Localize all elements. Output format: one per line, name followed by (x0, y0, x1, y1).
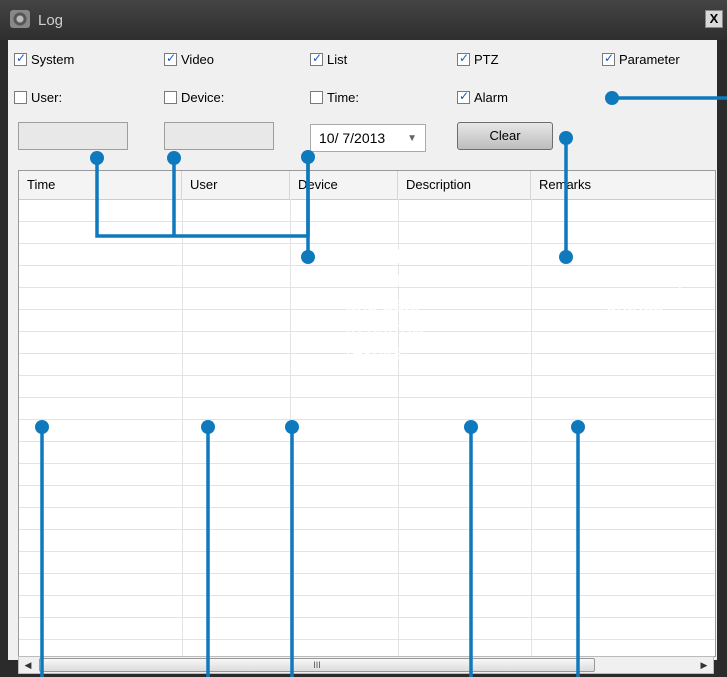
clear-callout-line-1: Clear log (606, 271, 683, 292)
bullet-icon: • (328, 247, 335, 268)
date-value: 10/ 7/2013 (319, 130, 386, 146)
video-label: Video (181, 52, 215, 67)
time-date-callout-line-4: results (346, 343, 402, 364)
scroll-left-icon[interactable]: ◀ (19, 657, 37, 673)
video-checkbox[interactable] (164, 51, 177, 66)
time-date-callout-line-1: Enter time (346, 271, 433, 292)
table-row (19, 507, 715, 508)
system-checkbox[interactable] (14, 51, 27, 66)
table-row (19, 573, 715, 574)
user-checkbox[interactable] (14, 91, 27, 104)
alarm-label: Alarm (474, 90, 508, 105)
filter-parameter[interactable]: Parameter (602, 51, 680, 67)
time-label: Time: (327, 90, 360, 105)
time-date-callout: • Time/Date Enter time and date to narro… (328, 246, 437, 366)
table-row (19, 463, 715, 464)
parameter-label: Parameter (619, 52, 680, 67)
filter-video[interactable]: Video (164, 51, 215, 67)
table-row (19, 221, 715, 222)
scrollbar-thumb[interactable]: III (39, 658, 595, 672)
filter-alarm[interactable]: Alarm (457, 89, 508, 105)
table-header: Time User Device Description Remarks (19, 171, 715, 200)
close-button[interactable]: X (705, 10, 723, 28)
dropdown-arrow-icon[interactable]: ▼ (407, 133, 417, 144)
filter-system[interactable]: System (14, 51, 75, 67)
time-date-callout-line-2: and date (346, 295, 420, 316)
time-date-callout-title: Time/Date (346, 247, 437, 268)
table-row (19, 243, 715, 244)
table-column-divider (290, 199, 291, 656)
time-date-callout-line-3: to narrow (346, 319, 426, 340)
date-picker[interactable]: 10/ 7/2013 ▼ (310, 124, 426, 152)
list-label: List (327, 52, 348, 67)
table-row (19, 485, 715, 486)
filter-device[interactable]: Device: (164, 90, 224, 105)
filter-time[interactable]: Time: (310, 90, 359, 105)
parameter-checkbox[interactable] (602, 51, 615, 66)
table-row (19, 397, 715, 398)
ptz-checkbox[interactable] (457, 51, 470, 66)
table-row (19, 419, 715, 420)
clear-callout-title: Clear (606, 247, 654, 268)
table-row (19, 375, 715, 376)
filter-list[interactable]: List (310, 51, 348, 67)
column-header-remarks[interactable]: Remarks (531, 171, 715, 199)
table-row (19, 551, 715, 552)
alarm-checkbox[interactable] (457, 89, 470, 104)
device-label: Device: (181, 90, 225, 105)
filter-ptz[interactable]: PTZ (457, 51, 499, 67)
scroll-right-icon[interactable]: ▶ (695, 657, 713, 673)
table-row (19, 639, 715, 640)
device-input[interactable] (164, 122, 274, 150)
ptz-label: PTZ (474, 52, 499, 67)
table-row (19, 441, 715, 442)
clear-callout: • Clear Clear log entries (588, 246, 683, 318)
user-input[interactable] (18, 122, 128, 150)
table-column-divider (182, 199, 183, 656)
log-table[interactable]: Time User Device Description Remarks (18, 170, 716, 657)
clear-callout-line-2: entries (606, 295, 664, 316)
table-row (19, 529, 715, 530)
table-row (19, 595, 715, 596)
table-row (19, 617, 715, 618)
horizontal-scrollbar[interactable]: ◀ III ▶ (18, 656, 714, 674)
column-header-device[interactable]: Device (290, 171, 398, 199)
column-header-user[interactable]: User (182, 171, 290, 199)
clear-button[interactable]: Clear (457, 122, 553, 150)
time-checkbox[interactable] (310, 91, 323, 104)
window-title: Log (38, 12, 64, 29)
column-header-time[interactable]: Time (19, 171, 182, 199)
user-label: User: (31, 90, 63, 105)
table-column-divider (531, 199, 532, 656)
filter-user[interactable]: User: (14, 90, 62, 105)
title-bar: Log X (0, 0, 727, 40)
app-icon (10, 10, 30, 28)
device-checkbox[interactable] (164, 91, 177, 104)
list-checkbox[interactable] (310, 51, 323, 66)
column-header-description[interactable]: Description (398, 171, 531, 199)
bullet-icon: • (588, 247, 595, 268)
system-label: System (31, 52, 75, 67)
